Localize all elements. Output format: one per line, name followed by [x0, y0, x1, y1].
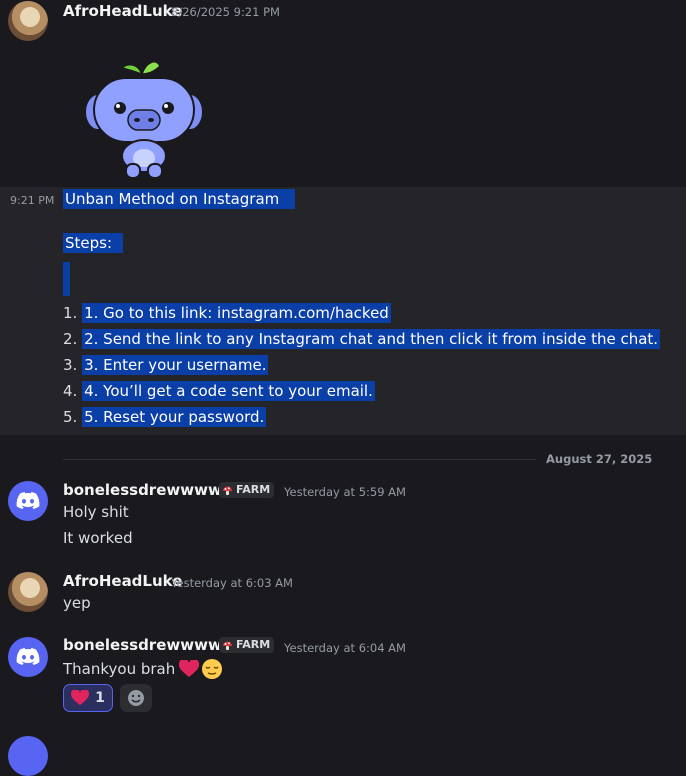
message-text: It worked: [63, 529, 133, 547]
relieved-face-emoji: [201, 658, 223, 680]
wumpus-sticker[interactable]: [84, 52, 204, 182]
add-reaction-button[interactable]: [120, 684, 152, 712]
message-text-row: Thankyou brah: [63, 658, 223, 680]
list-item: 3. 3. Enter your username.: [63, 355, 269, 375]
list-item: 4. 4. You’ll get a code sent to your ema…: [63, 381, 375, 401]
avatar-bonelessdrew[interactable]: [8, 637, 48, 677]
red-heart-icon: [71, 690, 90, 706]
message-text: Holy shit: [63, 503, 129, 521]
reaction-count: 1: [95, 690, 105, 706]
message-line: Unban Method on Instagram: [63, 189, 295, 209]
avatar-next-message[interactable]: [8, 736, 48, 776]
list-item: 5. 5. Reset your password.: [63, 407, 267, 427]
server-tag-label: FARM: [236, 638, 271, 651]
message-timestamp: 8/26/2025 9:21 PM: [171, 5, 280, 19]
mushroom-icon: [222, 640, 233, 651]
smiley-icon: [127, 689, 145, 707]
mushroom-icon: [222, 485, 233, 496]
list-item: 2. 2. Send the link to any Instagram cha…: [63, 329, 661, 349]
server-tag-badge[interactable]: FARM: [219, 482, 275, 498]
username-afroheadluke[interactable]: AfroHeadLuke: [63, 572, 182, 590]
hover-timestamp: 9:21 PM: [10, 194, 55, 207]
message-timestamp: Yesterday at 6:03 AM: [171, 576, 293, 590]
message-timestamp: Yesterday at 5:59 AM: [284, 485, 406, 499]
avatar-bonelessdrew[interactable]: [8, 481, 48, 521]
date-divider-line: [63, 459, 536, 460]
message-timestamp: Yesterday at 6:04 AM: [284, 641, 406, 655]
date-divider: August 27, 2025: [546, 452, 653, 466]
server-tag-badge[interactable]: FARM: [219, 637, 275, 653]
discord-logo-icon: [16, 648, 40, 665]
server-tag-label: FARM: [236, 483, 271, 496]
message-text: yep: [63, 594, 91, 612]
selected-blank-lines: [63, 262, 70, 296]
username-afroheadluke[interactable]: AfroHeadLuke: [63, 2, 182, 20]
message-text: Thankyou brah: [63, 660, 176, 678]
list-item: 1. 1. Go to this link: instagram.com/hac…: [63, 303, 391, 323]
avatar-afroheadluke[interactable]: [8, 572, 48, 612]
red-heart-emoji: [179, 660, 200, 678]
message-line: Steps:: [63, 233, 123, 253]
avatar-afroheadluke[interactable]: [8, 1, 48, 41]
discord-logo-icon: [16, 492, 40, 509]
heart-reaction-button[interactable]: 1: [63, 684, 113, 712]
